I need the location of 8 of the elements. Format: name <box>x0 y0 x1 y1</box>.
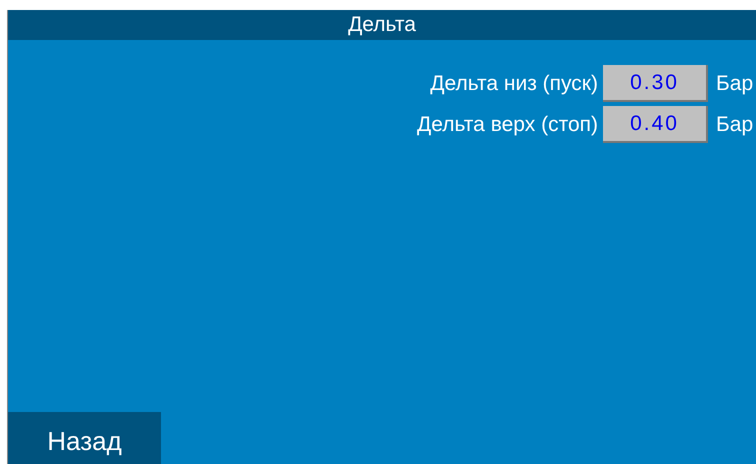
value-field[interactable]: 0.40 <box>603 106 708 143</box>
screen-title: Дельта <box>8 10 756 40</box>
unit-label: Бар <box>716 112 754 136</box>
parameter-label: Дельта верх (стоп) <box>417 112 598 136</box>
value-field[interactable]: 0.30 <box>603 65 708 102</box>
parameter-label: Дельта низ (пуск) <box>430 72 598 96</box>
unit-label: Бар <box>716 72 754 96</box>
back-button[interactable]: Назад <box>8 412 161 464</box>
